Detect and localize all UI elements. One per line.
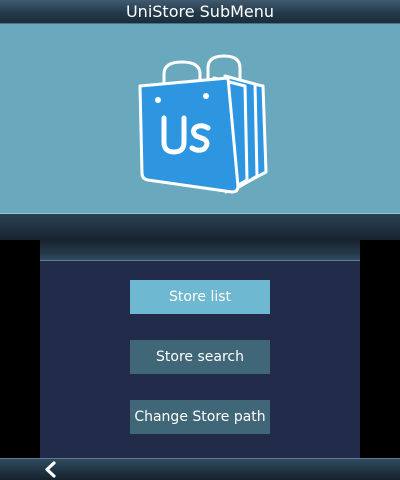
window-title: UniStore SubMenu (125, 2, 275, 21)
bottom-screen: Store list Store search Change Store pat… (40, 240, 360, 480)
bottom-screen-header-bar (40, 240, 360, 261)
top-screen: UniStore SubMenu (0, 0, 400, 240)
bottom-navigation-bar (0, 458, 400, 480)
top-screen-footer-bar (0, 213, 400, 240)
change-store-path-button[interactable]: Change Store path (130, 400, 270, 434)
chevron-left-icon (45, 461, 56, 478)
store-list-label: Store list (168, 289, 231, 305)
title-bar: UniStore SubMenu (0, 0, 400, 24)
unistore-bag-icon (138, 54, 268, 194)
back-button[interactable] (42, 461, 60, 478)
change-store-path-label: Change Store path (134, 409, 266, 425)
store-list-button[interactable]: Store list (130, 280, 270, 314)
store-search-button[interactable]: Store search (130, 340, 270, 374)
store-search-label: Store search (156, 349, 244, 365)
